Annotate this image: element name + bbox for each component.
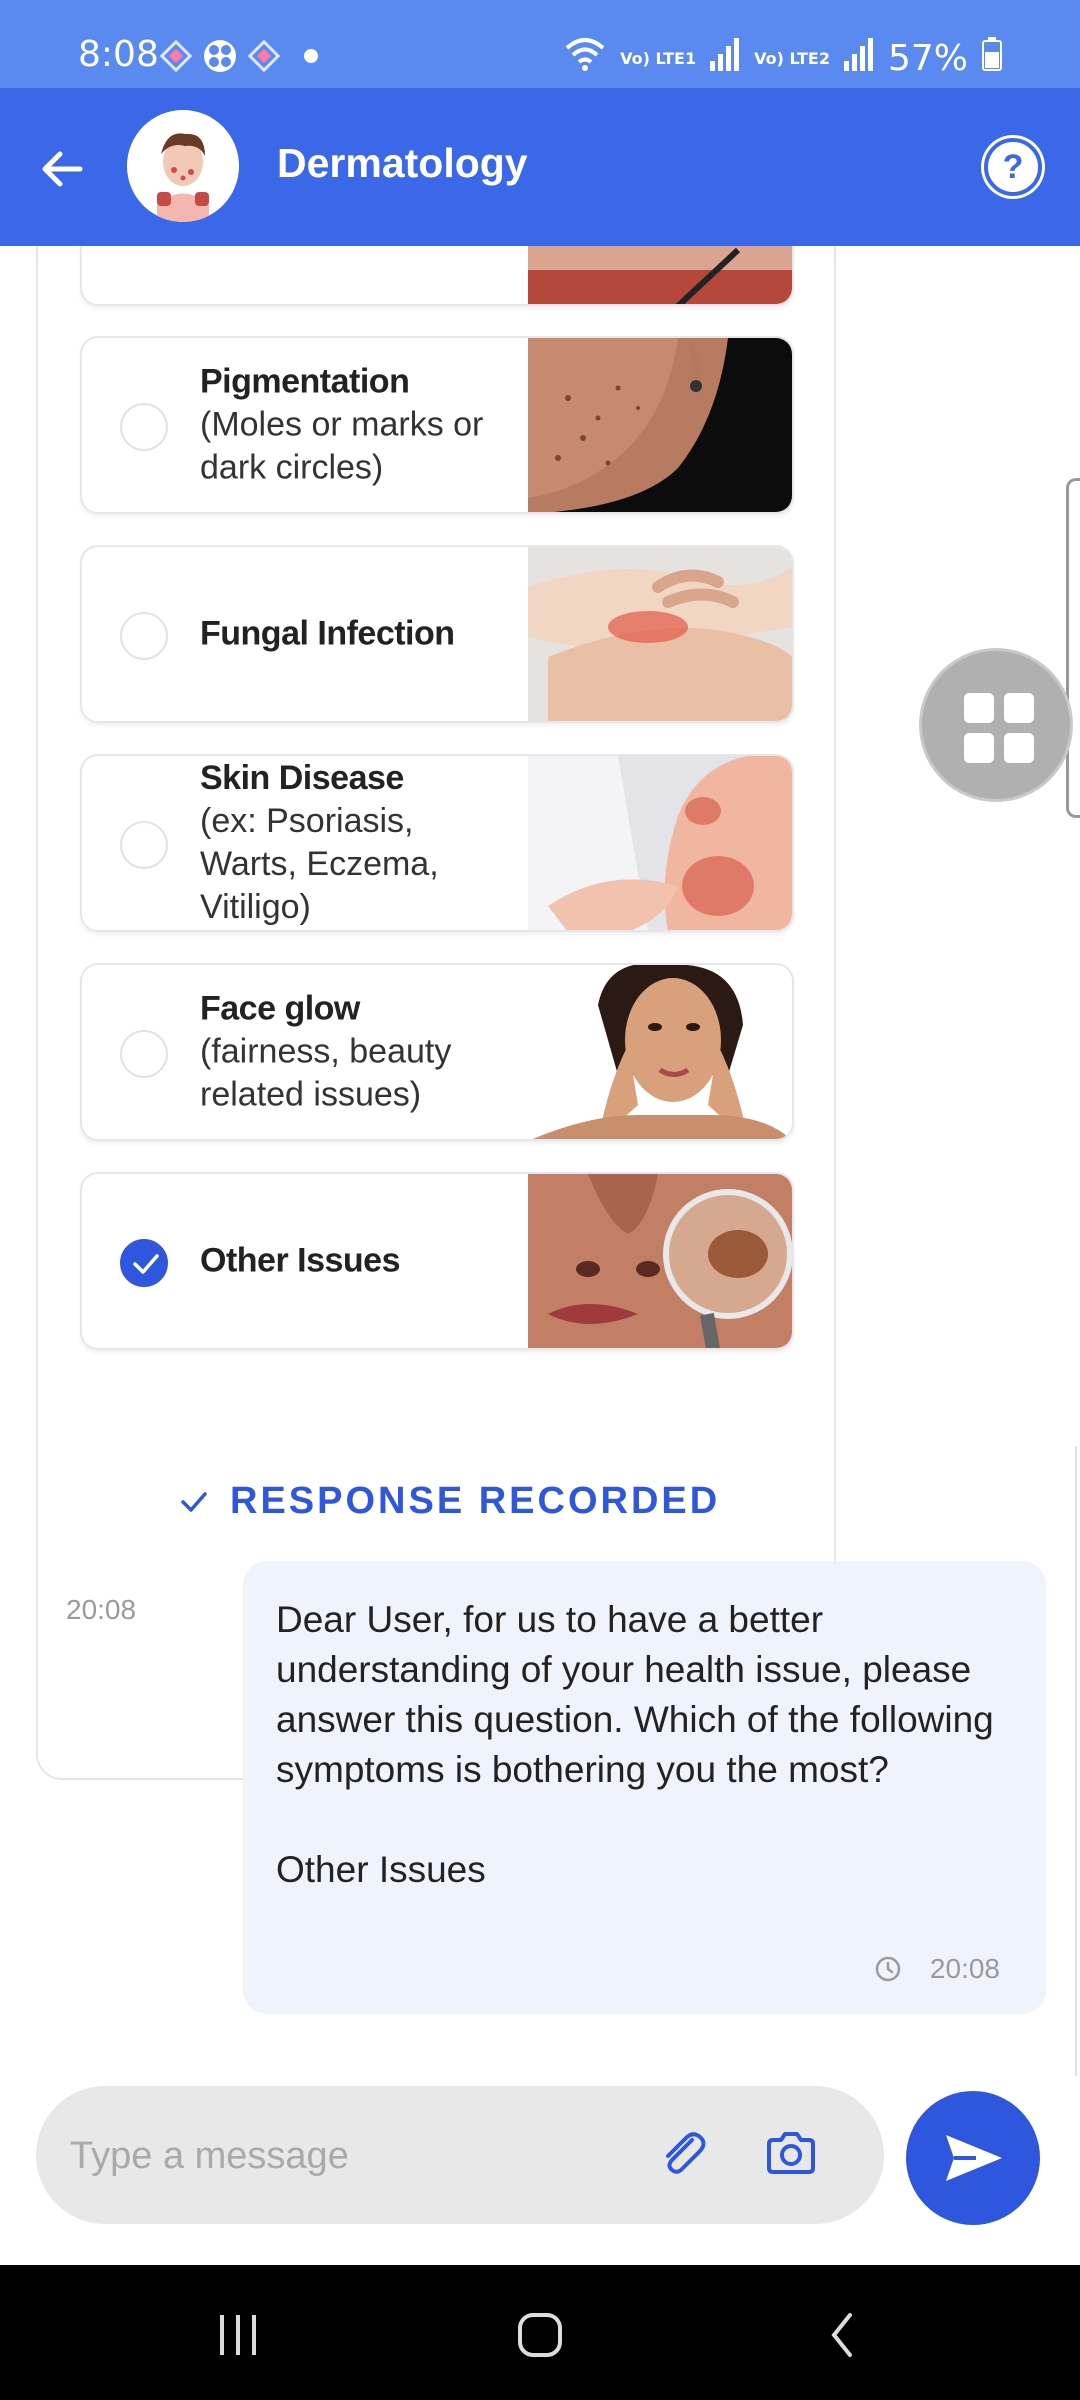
battery-icon bbox=[982, 37, 1002, 80]
option-skin-disease[interactable]: Skin Disease (ex: Psoriasis, Warts, Ecze… bbox=[80, 754, 794, 932]
option-title: Face glow bbox=[200, 989, 360, 1028]
signal-icon bbox=[843, 37, 874, 80]
radio-button[interactable] bbox=[120, 403, 168, 451]
user-message-meta: 20:08 bbox=[874, 1953, 1000, 1985]
attach-button[interactable] bbox=[654, 2124, 714, 2184]
app-notification-icon bbox=[202, 38, 238, 74]
menu-grid-button[interactable] bbox=[919, 648, 1073, 802]
option-title: Other Issues bbox=[200, 1241, 400, 1280]
response-recorded-status: RESPONSE RECORDED bbox=[180, 1480, 720, 1523]
option-title: Skin Disease bbox=[200, 759, 404, 797]
option-subtitle: (ex: Psoriasis, Warts, Eczema, Vitiligo) bbox=[200, 802, 439, 926]
message-timestamp: 20:08 bbox=[66, 1594, 137, 1625]
option-title: Pigmentation bbox=[200, 362, 410, 401]
check-icon bbox=[133, 1254, 159, 1274]
network-2-label: Vo) LTE2 bbox=[754, 48, 830, 68]
system-nav-bar bbox=[0, 2265, 1080, 2400]
user-message-text: Dear User, for us to have a better under… bbox=[276, 1599, 994, 1790]
option-image bbox=[528, 246, 792, 304]
clock-icon bbox=[875, 1956, 901, 1982]
home-button[interactable] bbox=[510, 2311, 570, 2359]
option-text: Pigmentation (Moles or marks or dark cir… bbox=[200, 361, 510, 490]
notification-icons bbox=[158, 38, 318, 74]
paperclip-icon bbox=[666, 2132, 706, 2174]
radio-button-checked[interactable] bbox=[120, 1239, 168, 1287]
face-glow-image bbox=[528, 965, 792, 1139]
option-text: Fungal Infection bbox=[200, 613, 510, 656]
chevron-left-icon bbox=[831, 2313, 852, 2357]
user-message-bubble: Dear User, for us to have a better under… bbox=[243, 1561, 1046, 2014]
response-recorded-label: RESPONSE RECORDED bbox=[230, 1480, 721, 1522]
divider bbox=[1075, 1446, 1077, 2076]
grid-icon bbox=[964, 693, 994, 723]
option-text: Other Issues bbox=[200, 1240, 510, 1283]
option-card-partial[interactable] bbox=[80, 246, 794, 306]
app-bar: Dermatology ? bbox=[0, 88, 1080, 246]
option-fungal-infection[interactable]: Fungal Infection bbox=[80, 545, 794, 723]
bot-message-card: Pigmentation (Moles or marks or dark cir… bbox=[36, 246, 836, 1780]
battery-label: 57% bbox=[887, 38, 968, 79]
check-icon bbox=[181, 1491, 207, 1512]
option-subtitle: (Moles or marks or dark circles) bbox=[200, 405, 484, 487]
option-face-glow[interactable]: Face glow (fairness, beauty related issu… bbox=[80, 963, 794, 1141]
home-icon bbox=[518, 2313, 562, 2357]
pigmentation-image bbox=[528, 338, 792, 512]
recent-apps-icon bbox=[220, 2315, 256, 2355]
help-button[interactable]: ? bbox=[984, 138, 1042, 196]
app-notification-icon bbox=[246, 38, 282, 74]
dot-icon bbox=[304, 49, 318, 63]
wifi-icon bbox=[564, 36, 606, 81]
option-title: Fungal Infection bbox=[200, 614, 455, 653]
grid-icon bbox=[1004, 693, 1034, 723]
signal-icon bbox=[710, 37, 740, 80]
status-time: 8:08 bbox=[78, 34, 159, 75]
grid-icon bbox=[964, 733, 994, 763]
send-button[interactable] bbox=[906, 2091, 1040, 2225]
page-title: Dermatology bbox=[277, 140, 528, 186]
camera-icon bbox=[767, 2132, 815, 2174]
option-text: Skin Disease (ex: Psoriasis, Warts, Ecze… bbox=[200, 757, 510, 929]
system-back-button[interactable] bbox=[812, 2311, 872, 2359]
side-panel-handle[interactable] bbox=[1066, 478, 1080, 818]
option-other-issues[interactable]: Other Issues bbox=[80, 1172, 794, 1350]
user-message-answer: Other Issues bbox=[276, 1849, 486, 1890]
user-message-timestamp: 20:08 bbox=[929, 1953, 1000, 1984]
chat-area[interactable]: Pigmentation (Moles or marks or dark cir… bbox=[0, 246, 1080, 2076]
status-bar: 8:08 Vo) LTE1 Vo) LTE2 57% bbox=[0, 0, 1080, 88]
avatar bbox=[127, 110, 239, 222]
option-text: Face glow (fairness, beauty related issu… bbox=[200, 988, 510, 1117]
option-pigmentation[interactable]: Pigmentation (Moles or marks or dark cir… bbox=[80, 336, 794, 514]
app-notification-icon bbox=[158, 38, 194, 74]
skin-disease-image bbox=[528, 756, 792, 930]
network-1-label: Vo) LTE1 bbox=[620, 48, 697, 68]
grid-icon bbox=[1004, 733, 1034, 763]
message-composer bbox=[36, 2086, 884, 2224]
other-issues-image bbox=[528, 1174, 792, 1348]
option-subtitle: (fairness, beauty related issues) bbox=[200, 1032, 452, 1114]
screen: 8:08 Vo) LTE1 Vo) LTE2 57% Dermatology ?… bbox=[0, 0, 1080, 2400]
back-button[interactable] bbox=[36, 142, 90, 196]
arrow-left-icon bbox=[42, 151, 83, 187]
status-right: Vo) LTE1 Vo) LTE2 57% bbox=[564, 36, 1002, 81]
radio-button[interactable] bbox=[120, 1030, 168, 1078]
fungal-infection-image bbox=[528, 547, 792, 721]
recent-apps-button[interactable] bbox=[208, 2311, 268, 2359]
send-icon bbox=[946, 2135, 1002, 2181]
camera-button[interactable] bbox=[761, 2124, 821, 2184]
radio-button[interactable] bbox=[120, 821, 168, 869]
radio-button[interactable] bbox=[120, 612, 168, 660]
message-input[interactable] bbox=[70, 2126, 630, 2186]
